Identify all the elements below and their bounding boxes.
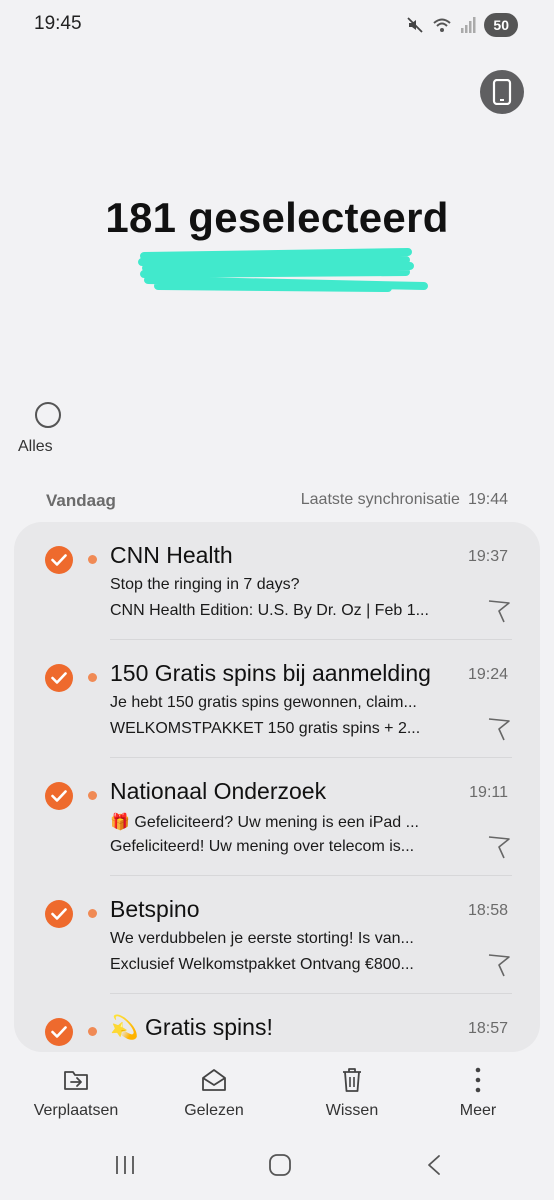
- mail-item[interactable]: CNN Health 19:37 Stop the ringing in 7 d…: [14, 522, 540, 640]
- mail-sender: 150 Gratis spins bij aanmelding: [110, 660, 431, 686]
- read-label: Gelezen: [184, 1102, 244, 1119]
- flag-icon[interactable]: [486, 834, 512, 860]
- delete-label: Wissen: [325, 1102, 379, 1119]
- mail-subject: We verdubbelen je eerste storting! Is va…: [110, 930, 414, 947]
- mail-preview: CNN Health Edition: U.S. By Dr. Oz | Feb…: [110, 602, 429, 619]
- check-icon: [51, 908, 67, 920]
- mail-preview: Exclusief Welkomstpakket Ontvang €800...: [110, 956, 414, 973]
- select-all[interactable]: Alles: [18, 400, 70, 456]
- system-nav-bar: [0, 1146, 554, 1186]
- action-bar: Verplaatsen Gelezen Wissen Meer: [0, 1066, 554, 1126]
- mail-time: 19:11: [469, 784, 508, 801]
- mail-item[interactable]: Betspino 18:58 We verdubbelen je eerste …: [14, 876, 540, 994]
- more-vertical-icon: [475, 1067, 481, 1093]
- section-header: Vandaag Laatste synchronisatie 19:44: [46, 491, 508, 515]
- more-label: Meer: [459, 1102, 497, 1119]
- mail-item[interactable]: 150 Gratis spins bij aanmelding 19:24 Je…: [14, 640, 540, 758]
- sync-time: 19:44: [467, 491, 508, 508]
- unread-dot: [88, 1027, 97, 1036]
- phone-icon: [492, 79, 512, 105]
- sync-info: Laatste synchronisatie 19:44: [293, 491, 508, 509]
- mail-time: 18:58: [467, 902, 508, 919]
- mail-sender: Nationaal Onderzoek: [110, 778, 327, 804]
- home-icon[interactable]: [268, 1154, 292, 1176]
- selected-checkbox[interactable]: [45, 900, 73, 928]
- device-view-button[interactable]: [480, 70, 524, 114]
- check-icon: [51, 554, 67, 566]
- status-time: 19:45: [34, 13, 82, 34]
- delete-button[interactable]: Wissen: [297, 1066, 407, 1120]
- mail-subject: 🎁 Gefeliciteerd? Uw mening is een iPad .…: [110, 814, 419, 831]
- move-folder-icon: [64, 1071, 88, 1090]
- sync-label: Laatste synchronisatie: [300, 491, 460, 508]
- more-button[interactable]: Meer: [423, 1066, 533, 1120]
- status-icons: 50: [406, 13, 518, 37]
- mark-read-button[interactable]: Gelezen: [159, 1066, 269, 1120]
- recent-apps-icon[interactable]: [114, 1154, 136, 1176]
- mail-preview: Gefeliciteerd! Uw mening over telecom is…: [110, 838, 415, 855]
- mail-time: 19:24: [467, 666, 508, 683]
- status-bar: 19:45 50: [0, 0, 554, 50]
- mail-time: 18:57: [467, 1020, 508, 1037]
- redaction-scribble: [138, 248, 428, 292]
- check-icon: [51, 790, 67, 802]
- selected-checkbox[interactable]: [45, 664, 73, 692]
- flag-icon[interactable]: [486, 716, 512, 742]
- page-title: 181 geselecteerd: [105, 194, 449, 241]
- open-envelope-icon: [202, 1069, 226, 1091]
- unread-dot: [88, 791, 97, 800]
- move-label: Verplaatsen: [33, 1102, 119, 1119]
- selected-checkbox[interactable]: [45, 1018, 73, 1046]
- mail-item[interactable]: Nationaal Onderzoek 19:11 🎁 Gefeliciteer…: [14, 758, 540, 876]
- mail-list[interactable]: CNN Health 19:37 Stop the ringing in 7 d…: [14, 522, 540, 1052]
- trash-icon: [343, 1068, 361, 1092]
- mail-sender: 💫 Gratis spins!: [110, 1014, 273, 1040]
- back-icon[interactable]: [426, 1154, 442, 1176]
- signal-icon: [461, 17, 476, 33]
- check-icon: [51, 672, 67, 684]
- select-all-label: Alles: [18, 438, 53, 455]
- unread-dot: [88, 909, 97, 918]
- mail-sender: CNN Health: [110, 542, 233, 568]
- selected-checkbox[interactable]: [45, 782, 73, 810]
- flag-icon[interactable]: [486, 598, 512, 624]
- mail-time: 19:37: [467, 548, 508, 565]
- selected-checkbox[interactable]: [45, 546, 73, 574]
- unread-dot: [88, 673, 97, 682]
- wifi-icon: [433, 18, 452, 32]
- move-button[interactable]: Verplaatsen: [21, 1066, 131, 1120]
- check-icon: [51, 1026, 67, 1038]
- mail-subject: Je hebt 150 gratis spins gewonnen, claim…: [110, 694, 417, 711]
- unread-dot: [88, 555, 97, 564]
- battery-badge: 50: [484, 13, 518, 37]
- mute-icon: [407, 17, 424, 33]
- flag-icon[interactable]: [486, 952, 512, 978]
- select-all-checkbox[interactable]: [35, 402, 61, 428]
- mail-sender: Betspino: [110, 896, 200, 922]
- mail-item[interactable]: 💫 Gratis spins! 18:57: [14, 994, 540, 1052]
- mail-subject: Stop the ringing in 7 days?: [110, 576, 300, 593]
- section-title: Vandaag: [46, 491, 116, 510]
- mail-preview: WELKOMSTPAKKET 150 gratis spins + 2...: [110, 720, 421, 737]
